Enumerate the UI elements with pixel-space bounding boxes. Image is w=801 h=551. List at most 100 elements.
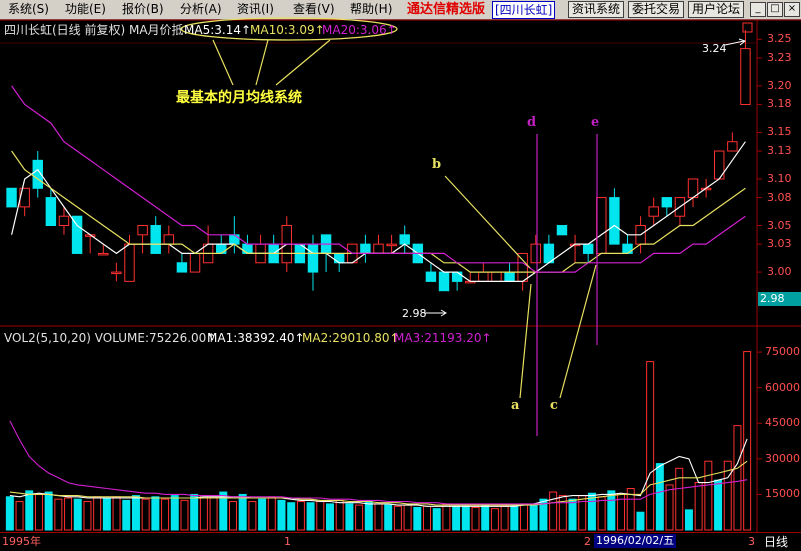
volume-tick-label: 75000 [765, 345, 800, 359]
ma5-label: MA5:3.14↑ [184, 23, 252, 37]
volume-bar [238, 493, 247, 531]
candle-body [504, 271, 515, 282]
caption-pointer-3 [275, 39, 331, 86]
label-a: a [511, 398, 520, 413]
month-marker-3: 3 [748, 535, 755, 548]
candle-body [176, 262, 188, 273]
volume-tick-label: 15000 [765, 487, 800, 501]
vol-ma3-label: MA3:21193.20↑ [394, 331, 492, 345]
price-tick-label: 3.25 [767, 32, 792, 46]
volume-bar [423, 505, 431, 531]
volume-bar [277, 499, 286, 531]
candle-body [582, 243, 594, 254]
volume-bar [287, 502, 296, 531]
candle-body [150, 225, 161, 254]
vol-ma1-label: MA1:38392.40↑ [207, 331, 305, 345]
volume-bar [733, 425, 742, 531]
volume-bar [694, 482, 703, 531]
volume-title: VOL2(5,10,20) VOLUME:75226.00↑ [4, 331, 217, 345]
volume-tick-label: 60000 [765, 380, 800, 394]
volume-bar [704, 460, 713, 531]
candle-body [530, 243, 541, 264]
price-grid [757, 38, 762, 273]
volume-bar [510, 504, 519, 531]
volume-bar [714, 479, 723, 531]
candle-body [740, 48, 751, 105]
volume-bar [665, 484, 674, 531]
volume-bar [141, 498, 150, 531]
candle-body [451, 271, 463, 282]
volume-bar [170, 495, 179, 531]
price-tick-label: 3.10 [767, 171, 792, 185]
volume-bar [743, 351, 752, 531]
volume-bar [364, 501, 373, 531]
volume-bar [481, 504, 490, 531]
volume-tick-label: 45000 [765, 416, 800, 430]
volume-bar [209, 496, 218, 531]
candle-body [189, 252, 201, 273]
volume-bar [432, 508, 441, 531]
high-price-label: 3.24 [702, 42, 727, 55]
pointer-a [519, 283, 532, 399]
candle-body [399, 234, 410, 245]
volume-bar [568, 498, 577, 531]
volume-ma-lines [9, 420, 748, 507]
candle-body [373, 243, 384, 254]
volume-bar [335, 499, 344, 531]
candle-body [727, 141, 738, 152]
volume-bar [355, 504, 364, 531]
volume-bar [471, 506, 480, 531]
volume-bar [15, 501, 24, 531]
volume-bar [34, 493, 43, 531]
volume-bar [345, 503, 354, 531]
label-b: b [432, 157, 442, 172]
candle-body [216, 243, 227, 254]
candle-body [111, 271, 122, 275]
kline-chart[interactable] [0, 0, 801, 550]
caption-pointer-2 [255, 39, 269, 86]
volume-bar [112, 496, 121, 531]
volume-bar [393, 505, 402, 531]
volume-bar [258, 498, 267, 531]
candle-body [124, 243, 135, 282]
volume-bar [549, 491, 558, 531]
volume-bar [54, 498, 63, 531]
candle-body [478, 271, 489, 282]
candle-body [425, 271, 437, 282]
candle-body [58, 215, 70, 227]
candle-body [45, 197, 57, 227]
volume-bar [122, 499, 131, 531]
vol-ma2-label: MA2:29010.80↑ [302, 331, 400, 345]
volume-bar [102, 497, 111, 531]
price-tick-label: 3.15 [767, 125, 792, 139]
candle-body [609, 197, 620, 245]
volume-bar [384, 504, 393, 531]
candle-body [6, 187, 17, 208]
volume-bar [267, 496, 276, 531]
candle-body [622, 243, 633, 254]
candle-body [556, 225, 568, 236]
volume-bar [646, 361, 655, 531]
candle-body [491, 271, 502, 282]
volume-bar [490, 508, 499, 531]
candle-body [386, 243, 397, 247]
volume-bar [442, 503, 451, 531]
period-label: 日线 [764, 535, 789, 549]
ma20-label: MA20:3.06↑ [322, 23, 397, 37]
candle-body [137, 225, 148, 236]
volume-bar [413, 506, 422, 531]
ma10-label: MA10:3.09↑ [250, 23, 325, 37]
candle-body [596, 197, 607, 254]
candle-body [229, 234, 240, 245]
volume-bar [520, 503, 529, 531]
candle-body [98, 252, 109, 256]
volume-bar [500, 505, 509, 531]
price-tick-label: 3.18 [767, 97, 792, 111]
volume-bar [64, 497, 73, 531]
candle-body [242, 243, 253, 254]
volume-bar [131, 495, 140, 531]
volume-bar [529, 503, 538, 531]
volume-bar [316, 501, 325, 531]
volume-bar [93, 496, 102, 531]
caption-pointer-1 [212, 39, 234, 86]
